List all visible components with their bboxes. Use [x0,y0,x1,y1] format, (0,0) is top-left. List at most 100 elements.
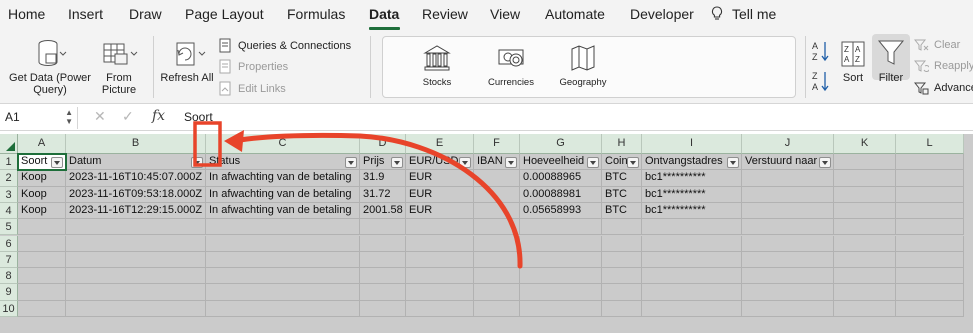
empty-cell[interactable] [896,219,964,236]
column-header-b[interactable]: B [66,134,206,154]
empty-cell[interactable] [742,268,834,285]
properties-button[interactable]: Properties [218,59,288,74]
column-header-k[interactable]: K [834,134,896,154]
data-cell[interactable]: In afwachting van de betaling [206,170,360,187]
empty-cell[interactable] [896,235,964,252]
empty-cell[interactable] [520,235,602,252]
data-cell[interactable] [474,202,520,220]
empty-cell[interactable] [520,219,602,236]
data-cell[interactable]: Koop [18,170,66,187]
header-cell[interactable]: Soort [17,152,67,172]
empty-cell[interactable] [66,251,206,269]
select-all-corner[interactable] [0,134,18,154]
empty-cell[interactable] [66,219,206,236]
empty-cell[interactable] [742,251,834,269]
column-header-l[interactable]: L [896,134,964,154]
empty-cell[interactable] [360,251,406,269]
data-cell[interactable]: bc1********** [642,186,742,203]
empty-cell[interactable] [520,284,602,301]
empty-cell[interactable] [474,251,520,269]
filter-dropdown-icon[interactable] [191,157,203,168]
empty-cell[interactable] [834,186,896,203]
data-cell[interactable]: EUR [406,202,474,220]
cancel-icon[interactable]: ✕ [94,108,106,125]
empty-cell[interactable] [206,300,360,317]
tab-review[interactable]: Review [422,6,468,22]
empty-cell[interactable] [406,284,474,301]
filter-dropdown-icon[interactable] [727,157,739,168]
empty-cell[interactable] [360,284,406,301]
row-header-8[interactable]: 8 [0,268,18,285]
data-cell[interactable]: In afwachting van de betaling [206,186,360,203]
empty-cell[interactable] [834,268,896,285]
empty-cell[interactable] [896,202,964,220]
data-cell[interactable]: 2023-11-16T12:29:15.000Z [66,202,206,220]
empty-cell[interactable] [206,235,360,252]
advanced-button[interactable]: Advanced [914,81,973,95]
tab-home[interactable]: Home [8,6,45,22]
empty-cell[interactable] [520,268,602,285]
column-header-c[interactable]: C [206,134,360,154]
empty-cell[interactable] [642,251,742,269]
header-cell[interactable]: Datum [66,154,206,171]
empty-cell[interactable] [896,268,964,285]
header-cell[interactable]: Coin [602,154,642,171]
column-header-i[interactable]: I [642,134,742,154]
geography-button[interactable]: Geography [555,43,611,88]
tab-automate[interactable]: Automate [545,6,605,22]
empty-cell[interactable] [474,284,520,301]
empty-cell[interactable] [742,219,834,236]
data-cell[interactable] [474,170,520,187]
reapply-button[interactable]: Reapply [914,59,973,73]
data-cell[interactable]: BTC [602,202,642,220]
empty-cell[interactable] [66,300,206,317]
header-cell[interactable]: IBAN [474,154,520,171]
empty-cell[interactable] [520,251,602,269]
from-picture-button[interactable]: From Picture [95,38,143,96]
data-cell[interactable]: 31.9 [360,170,406,187]
header-cell[interactable]: Verstuurd naar [742,154,834,171]
empty-cell[interactable] [742,170,834,187]
sort-ascending-button[interactable]: A Z [812,40,830,65]
refresh-all-button[interactable]: Refresh All [160,38,214,84]
empty-cell[interactable] [360,300,406,317]
empty-cell[interactable] [406,300,474,317]
empty-cell[interactable] [206,219,360,236]
insert-function-button[interactable]: fx [152,108,165,124]
empty-cell[interactable] [896,170,964,187]
filter-dropdown-icon[interactable] [819,157,831,168]
empty-cell[interactable] [602,284,642,301]
data-cell[interactable]: BTC [602,186,642,203]
column-header-j[interactable]: J [742,134,834,154]
currencies-button[interactable]: Currencies [481,43,541,88]
sort-descending-button[interactable]: Z A [812,70,830,97]
empty-cell[interactable] [474,235,520,252]
empty-cell[interactable] [406,219,474,236]
empty-cell[interactable] [602,300,642,317]
tab-tell-me[interactable]: Tell me [732,6,776,22]
empty-cell[interactable] [406,235,474,252]
data-cell[interactable]: Koop [18,202,66,220]
data-cell[interactable]: BTC [602,170,642,187]
empty-cell[interactable] [896,186,964,203]
empty-cell[interactable] [474,300,520,317]
empty-cell[interactable] [834,284,896,301]
empty-cell[interactable] [742,202,834,220]
empty-cell[interactable] [360,235,406,252]
empty-cell[interactable] [206,268,360,285]
row-header-6[interactable]: 6 [0,235,18,252]
empty-cell[interactable] [742,235,834,252]
empty-cell[interactable] [18,251,66,269]
clear-button[interactable]: Clear [914,38,960,52]
empty-cell[interactable] [206,284,360,301]
column-header-e[interactable]: E [406,134,474,154]
column-header-f[interactable]: F [474,134,520,154]
tab-developer[interactable]: Developer [630,6,694,22]
filter-dropdown-icon[interactable] [627,157,639,168]
get-data-button[interactable]: Get Data (Power Query) [4,38,96,96]
header-cell[interactable]: Prijs [360,154,406,171]
empty-cell[interactable] [834,235,896,252]
row-header-7[interactable]: 7 [0,251,18,269]
empty-cell[interactable] [834,170,896,187]
empty-cell[interactable] [642,284,742,301]
